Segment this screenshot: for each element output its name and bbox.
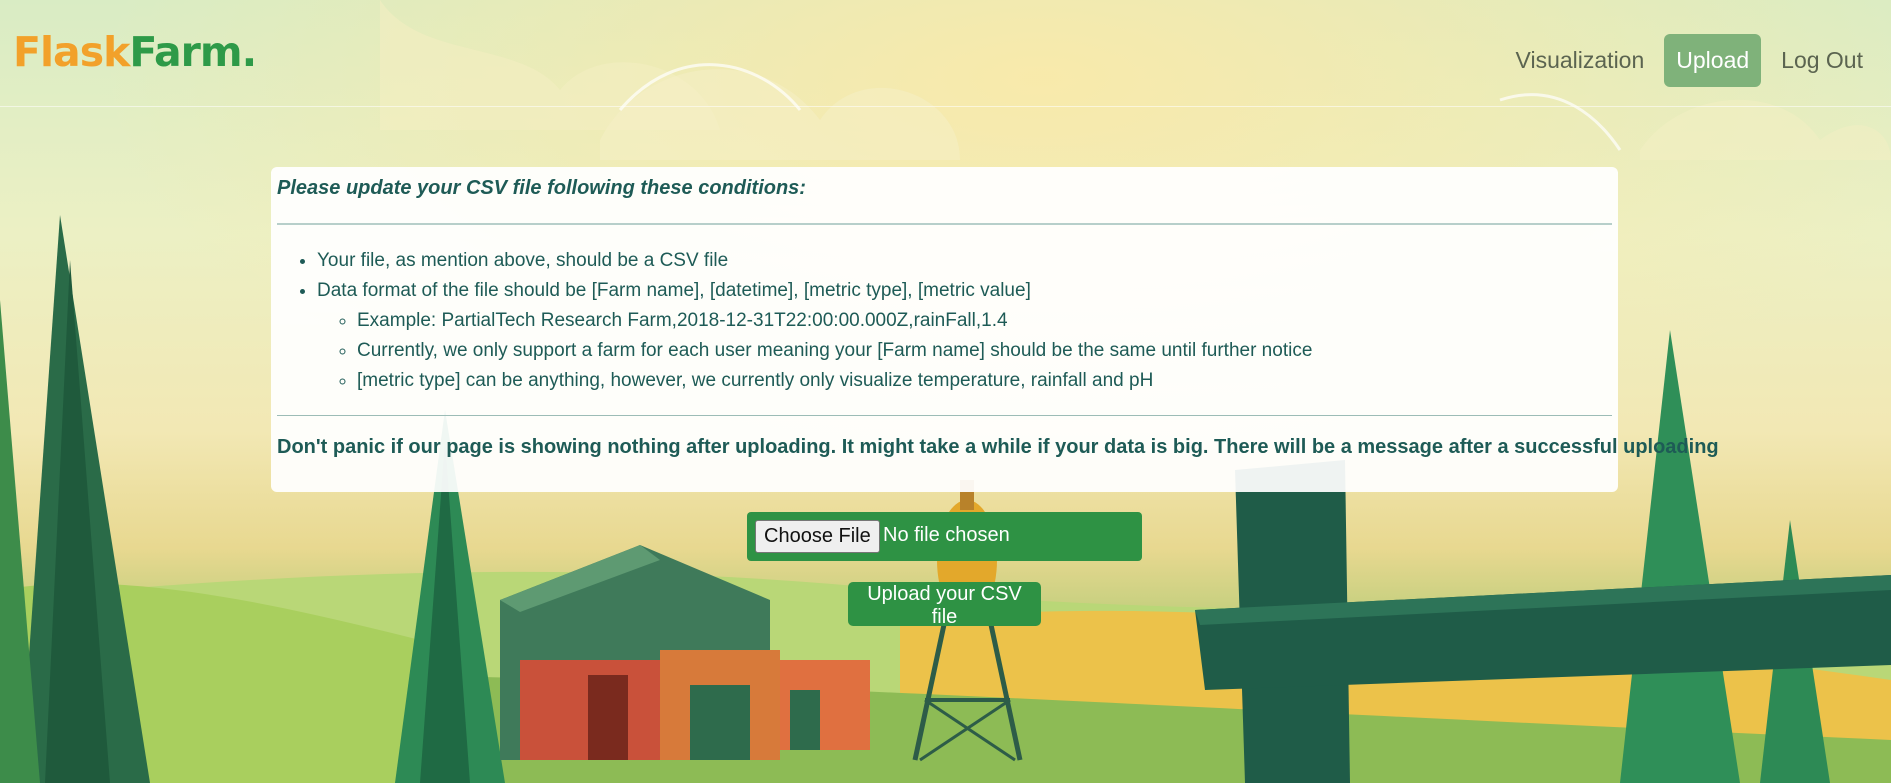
nav-upload[interactable]: Upload [1664,34,1762,87]
upload-notice: Don't panic if our page is showing nothi… [277,436,1719,458]
condition-text: Data format of the file should be [Farm … [317,280,1031,301]
logo-part-farm: Farm. [129,28,257,76]
file-status-text: No file chosen [883,524,1010,546]
sub-condition-item: Example: PartialTech Research Farm,2018-… [357,306,1312,336]
choose-file-button[interactable]: Choose File [755,520,880,553]
nav-visualization[interactable]: Visualization [1504,34,1657,87]
condition-item: Data format of the file should be [Farm … [317,276,1312,396]
sub-conditions-list: Example: PartialTech Research Farm,2018-… [317,306,1312,396]
csv-instructions-panel: Please update your CSV file following th… [271,167,1719,492]
nav-links: Visualization Upload Log Out [1504,34,1875,87]
flaskfarm-logo[interactable]: FlaskFarm. [13,28,257,76]
nav-logout[interactable]: Log Out [1769,34,1875,87]
sub-condition-item: [metric type] can be anything, however, … [357,366,1312,396]
file-input[interactable]: Choose File No file chosen [747,512,1142,561]
divider-bottom [277,415,1612,416]
condition-item: Your file, as mention above, should be a… [317,246,1312,276]
instructions-heading: Please update your CSV file following th… [277,177,806,199]
divider-top [277,223,1612,225]
sub-condition-item: Currently, we only support a farm for ea… [357,336,1312,366]
conditions-list: Your file, as mention above, should be a… [317,246,1312,396]
top-navbar: FlaskFarm. Visualization Upload Log Out [0,0,1891,107]
logo-part-flask: Flask [13,28,130,76]
upload-csv-button[interactable]: Upload your CSV file [848,582,1041,628]
